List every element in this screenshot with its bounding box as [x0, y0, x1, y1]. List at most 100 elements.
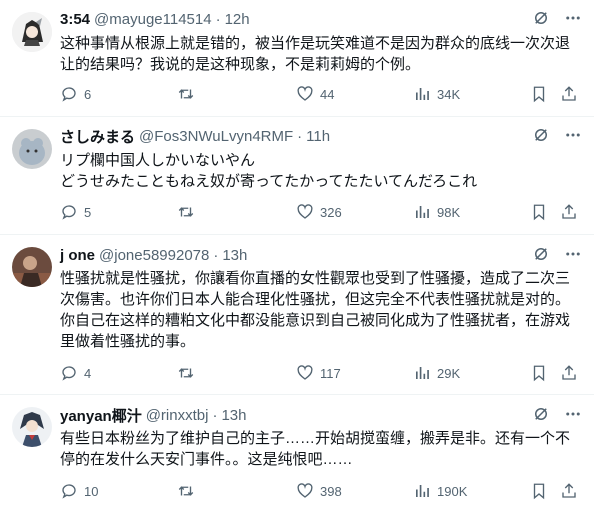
- post-text: 这种事情从根源上就是错的，被当作是玩笑难道不是因为群众的底线一次次退让的结果吗？…: [60, 35, 571, 73]
- bookmark-icon: [533, 365, 545, 382]
- views-count: 29K: [437, 365, 461, 381]
- post-header: j one @jone58992078 · 13h: [60, 245, 582, 265]
- bookmark-icon: [533, 204, 545, 221]
- like-button[interactable]: 326: [296, 202, 342, 222]
- separator-dot: ·: [215, 10, 221, 28]
- retweet-button[interactable]: [177, 363, 201, 383]
- views-chart-icon: [416, 88, 429, 100]
- display-name[interactable]: yanyan椰汁: [60, 405, 142, 426]
- user-handle[interactable]: @jone58992078: [99, 247, 209, 264]
- post-time[interactable]: 12h: [225, 11, 250, 28]
- avatar[interactable]: [12, 247, 52, 287]
- post-text: リプ欄中国人しかいないやん どうせみたこともねえ奴が寄ってたかってたたいてんだろ…: [60, 152, 478, 190]
- separator-dot: ·: [213, 246, 219, 264]
- post-time[interactable]: 13h: [222, 247, 247, 264]
- heart-icon: [297, 204, 313, 219]
- reply-count: 6: [84, 86, 92, 102]
- bookmark-button[interactable]: [530, 202, 548, 222]
- avatar[interactable]: [12, 12, 52, 52]
- grok-icon[interactable]: [532, 9, 550, 27]
- views-count: 34K: [437, 86, 461, 102]
- reply-icon: [62, 87, 76, 102]
- bookmark-button[interactable]: [530, 363, 548, 383]
- views-button[interactable]: 98K: [413, 202, 460, 222]
- grok-icon[interactable]: [532, 245, 550, 263]
- bookmark-button[interactable]: [530, 481, 548, 501]
- views-button[interactable]: 29K: [413, 363, 460, 383]
- retweet-button[interactable]: [177, 481, 201, 501]
- views-button[interactable]: 190K: [413, 481, 467, 501]
- retweet-icon: [178, 207, 194, 217]
- separator-dot: ·: [297, 127, 303, 145]
- views-count: 190K: [437, 483, 468, 499]
- bookmark-icon: [533, 483, 545, 500]
- views-chart-icon: [416, 485, 429, 497]
- views-chart-icon: [416, 206, 429, 218]
- post-header: さしみまる @Fos3NWuLvyn4RMF · 11h: [60, 126, 582, 146]
- display-name[interactable]: 3:54: [60, 11, 90, 28]
- more-options-icon[interactable]: [564, 405, 582, 423]
- like-button[interactable]: 117: [296, 363, 341, 383]
- post-2[interactable]: さしみまる @Fos3NWuLvyn4RMF · 11h リプ欄中国人しかいない…: [0, 117, 594, 235]
- post-time[interactable]: 11h: [306, 128, 330, 145]
- grok-icon[interactable]: [532, 405, 550, 423]
- share-button[interactable]: [560, 202, 578, 222]
- avatar[interactable]: [12, 129, 52, 169]
- reply-icon: [62, 484, 76, 499]
- header-actions: [532, 245, 582, 263]
- grok-icon[interactable]: [532, 126, 550, 144]
- reply-feed: 3:54 @mayuge114514 · 12h 这种事情从根源上就是错的，被当…: [0, 0, 594, 509]
- user-handle[interactable]: @mayuge114514: [94, 11, 212, 28]
- reply-count: 5: [84, 204, 92, 220]
- anime-avatar-icon: [12, 12, 52, 52]
- like-count: 398: [320, 483, 342, 499]
- post-3[interactable]: j one @jone58992078 · 13h 性骚扰就是性骚扰，你讓看你直…: [0, 235, 594, 395]
- reply-button[interactable]: 6: [60, 84, 91, 104]
- user-handle[interactable]: @rinxxtbj: [146, 407, 209, 424]
- like-count: 44: [320, 86, 335, 102]
- views-count: 98K: [437, 204, 461, 220]
- separator-dot: ·: [212, 406, 218, 424]
- heart-icon: [297, 365, 313, 380]
- user-handle[interactable]: @Fos3NWuLvyn4RMF: [139, 128, 293, 145]
- reply-button[interactable]: 4: [60, 363, 91, 383]
- more-options-icon[interactable]: [564, 126, 582, 144]
- retweet-button[interactable]: [177, 202, 201, 222]
- header-actions: [532, 126, 582, 144]
- like-count: 117: [320, 365, 341, 381]
- share-button[interactable]: [560, 363, 578, 383]
- like-count: 326: [320, 204, 342, 220]
- avatar[interactable]: [12, 407, 52, 447]
- bookmark-button[interactable]: [530, 84, 548, 104]
- retweet-button[interactable]: [177, 84, 201, 104]
- reply-count: 10: [84, 483, 99, 499]
- action-bar: 4 117 29K: [60, 363, 578, 383]
- header-actions: [532, 9, 582, 27]
- reply-icon: [62, 366, 76, 381]
- views-chart-icon: [416, 367, 429, 379]
- display-name[interactable]: さしみまる: [60, 126, 135, 147]
- share-icon: [562, 365, 576, 380]
- reply-button[interactable]: 10: [60, 481, 98, 501]
- heart-icon: [297, 483, 313, 498]
- reply-count: 4: [84, 365, 92, 381]
- reply-button[interactable]: 5: [60, 202, 91, 222]
- more-options-icon[interactable]: [564, 9, 582, 27]
- post-text: 有些日本粉丝为了维护自己的主子……开始胡搅蛮缠，搬弄是非。还有一个不停的在发什么…: [60, 430, 571, 468]
- more-options-icon[interactable]: [564, 245, 582, 263]
- post-header: yanyan椰汁 @rinxxtbj · 13h: [60, 405, 582, 425]
- share-button[interactable]: [560, 84, 578, 104]
- like-button[interactable]: 44: [296, 84, 334, 104]
- photo-avatar-icon: [12, 247, 52, 287]
- retweet-icon: [178, 368, 194, 378]
- share-icon: [562, 86, 576, 101]
- like-button[interactable]: 398: [296, 481, 342, 501]
- post-1[interactable]: 3:54 @mayuge114514 · 12h 这种事情从根源上就是错的，被当…: [0, 0, 594, 117]
- share-button[interactable]: [560, 481, 578, 501]
- display-name[interactable]: j one: [60, 247, 95, 264]
- reply-icon: [62, 205, 76, 220]
- post-4[interactable]: yanyan椰汁 @rinxxtbj · 13h 有些日本粉丝为了维护自己的主子…: [0, 395, 594, 509]
- post-time[interactable]: 13h: [221, 407, 246, 424]
- views-button[interactable]: 34K: [413, 84, 460, 104]
- post-header: 3:54 @mayuge114514 · 12h: [60, 9, 582, 29]
